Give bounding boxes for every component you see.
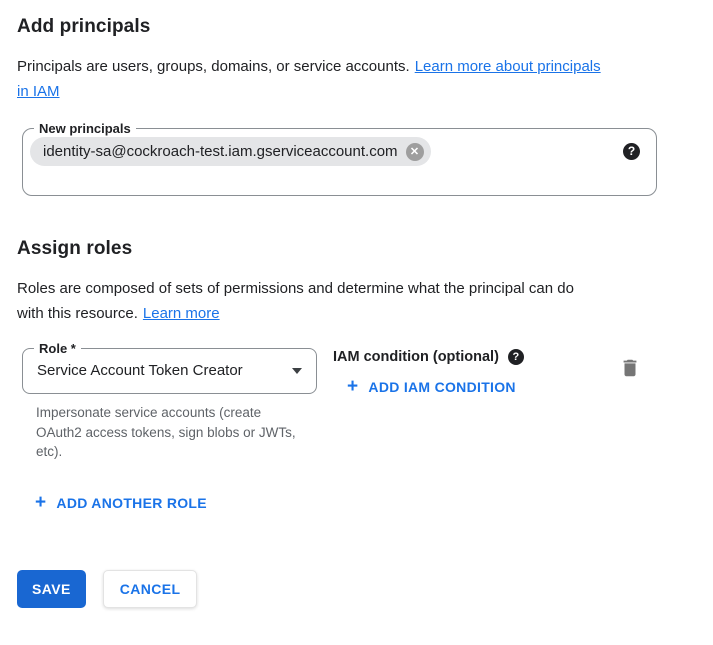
add-another-role-button[interactable]: + ADD ANOTHER ROLE bbox=[35, 495, 207, 511]
add-iam-condition-label: ADD IAM CONDITION bbox=[368, 379, 515, 395]
role-column: Role * Service Account Token Creator Imp… bbox=[22, 348, 317, 462]
new-principals-field[interactable]: New principals identity-sa@cockroach-tes… bbox=[22, 128, 657, 196]
roles-description: Roles are composed of sets of permission… bbox=[17, 276, 696, 326]
plus-icon: + bbox=[347, 379, 358, 395]
principals-description-text: Principals are users, groups, domains, o… bbox=[17, 58, 410, 75]
iam-condition-label-row: IAM condition (optional) ? bbox=[333, 349, 524, 365]
principal-chip: identity-sa@cockroach-test.iam.gservicea… bbox=[30, 137, 431, 166]
iam-condition-label: IAM condition (optional) bbox=[333, 349, 499, 365]
iam-condition-help-icon[interactable]: ? bbox=[508, 349, 524, 365]
delete-role-button[interactable] bbox=[619, 357, 641, 379]
trash-icon bbox=[619, 357, 641, 379]
principal-chip-label: identity-sa@cockroach-test.iam.gservicea… bbox=[43, 143, 398, 160]
add-iam-condition-button[interactable]: + ADD IAM CONDITION bbox=[347, 379, 516, 395]
learn-more-principals-link-line1: Learn more about principals bbox=[415, 58, 601, 75]
role-select-label: Role * bbox=[34, 340, 81, 357]
action-buttons: SAVE CANCEL bbox=[17, 570, 713, 608]
role-description: Impersonate service accounts (create OAu… bbox=[36, 403, 298, 462]
assign-roles-title: Assign roles bbox=[17, 238, 696, 260]
iam-condition-column: IAM condition (optional) ? + ADD IAM CON… bbox=[333, 348, 524, 397]
new-principals-help-icon[interactable]: ? bbox=[623, 143, 640, 160]
add-another-role-label: ADD ANOTHER ROLE bbox=[56, 495, 207, 511]
save-button[interactable]: SAVE bbox=[17, 570, 86, 608]
dropdown-arrow-icon bbox=[292, 368, 302, 374]
role-select-value: Service Account Token Creator bbox=[37, 362, 243, 379]
role-select[interactable]: Role * Service Account Token Creator bbox=[22, 348, 317, 394]
add-principals-title: Add principals bbox=[17, 16, 696, 38]
learn-more-principals-link-line2: in IAM bbox=[17, 83, 60, 100]
cancel-button[interactable]: CANCEL bbox=[103, 570, 198, 608]
role-row: Role * Service Account Token Creator Imp… bbox=[22, 348, 713, 462]
principals-description: Principals are users, groups, domains, o… bbox=[17, 54, 696, 104]
chip-remove-icon[interactable]: ✕ bbox=[406, 143, 424, 161]
add-principals-panel: Add principals Principals are users, gro… bbox=[0, 16, 713, 645]
roles-description-line1: Roles are composed of sets of permission… bbox=[17, 280, 574, 297]
roles-description-line2: with this resource. bbox=[17, 305, 138, 322]
new-principals-label: New principals bbox=[34, 120, 136, 137]
plus-icon: + bbox=[35, 495, 46, 511]
learn-more-roles-link[interactable]: Learn more bbox=[143, 305, 220, 322]
